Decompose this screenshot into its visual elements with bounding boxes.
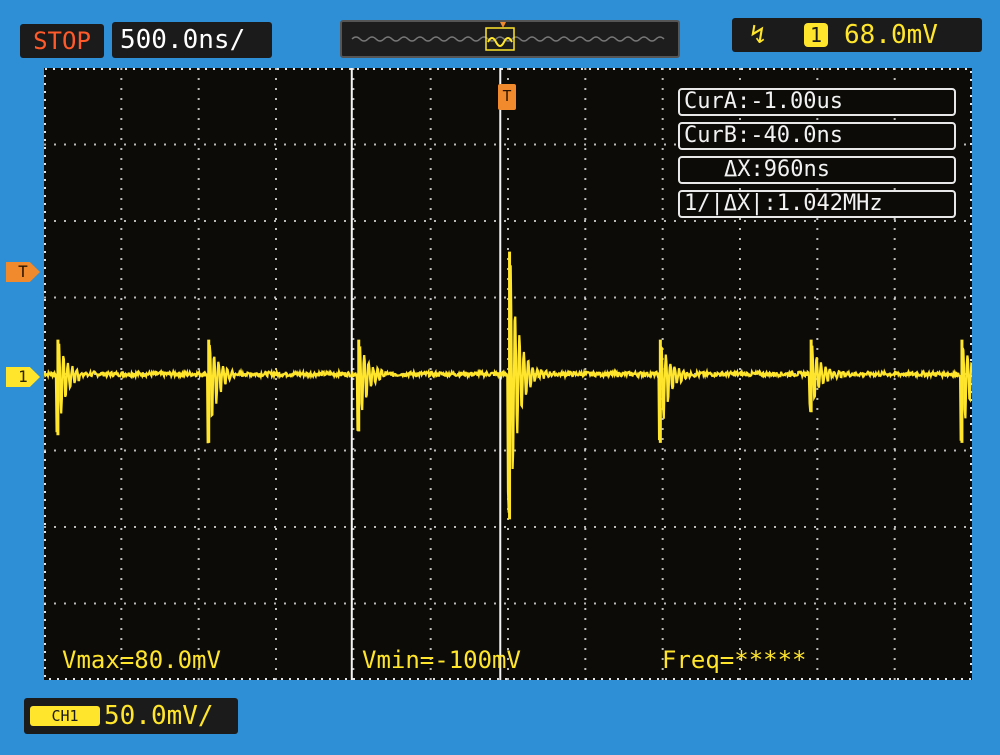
timebase-readout[interactable]: 500.0ns/	[112, 22, 272, 58]
vmax-measurement: Vmax=80.0mV	[62, 646, 221, 674]
freq-measurement: Freq=*****	[662, 646, 807, 674]
trigger-source-badge: 1	[804, 23, 828, 47]
delta-x-readout: ΔX:960ns	[678, 156, 956, 184]
inverse-delta-x-readout: 1/|ΔX|:1.042MHz	[678, 190, 956, 218]
channel1-status[interactable]: CH1 50.0mV/	[24, 698, 238, 734]
channel1-ground-marker[interactable]: 1	[6, 367, 40, 387]
vmin-measurement: Vmin=-100mV	[362, 646, 521, 674]
cursor-b-readout[interactable]: CurB:-40.0ns	[678, 122, 956, 150]
channel1-trace	[44, 265, 972, 513]
status-bar: STOP 500.0ns/ ↯ 1 68.0mV	[0, 0, 1000, 66]
waveform-display: CurA:-1.00us CurB:-40.0ns ΔX:960ns 1/|ΔX…	[44, 68, 972, 680]
trigger-position-mini-icon	[500, 22, 506, 28]
cursor-a-readout[interactable]: CurA:-1.00us	[678, 88, 956, 116]
run-state-badge[interactable]: STOP	[20, 24, 104, 58]
channel1-icon: CH1	[30, 706, 100, 726]
channel1-scale: 50.0mV/	[104, 701, 214, 731]
waveform-memory-bar	[340, 20, 680, 58]
rising-edge-icon: ↯	[750, 20, 766, 50]
cursor-panel: CurA:-1.00us CurB:-40.0ns ΔX:960ns 1/|ΔX…	[678, 88, 958, 224]
trigger-readout[interactable]: ↯ 1 68.0mV	[732, 18, 982, 52]
trigger-level-marker[interactable]: T	[6, 262, 40, 282]
trigger-level-value: 68.0mV	[844, 20, 938, 50]
trigger-position-marker[interactable]: T	[498, 84, 516, 110]
waveform-memory-bar-icon	[351, 22, 665, 51]
